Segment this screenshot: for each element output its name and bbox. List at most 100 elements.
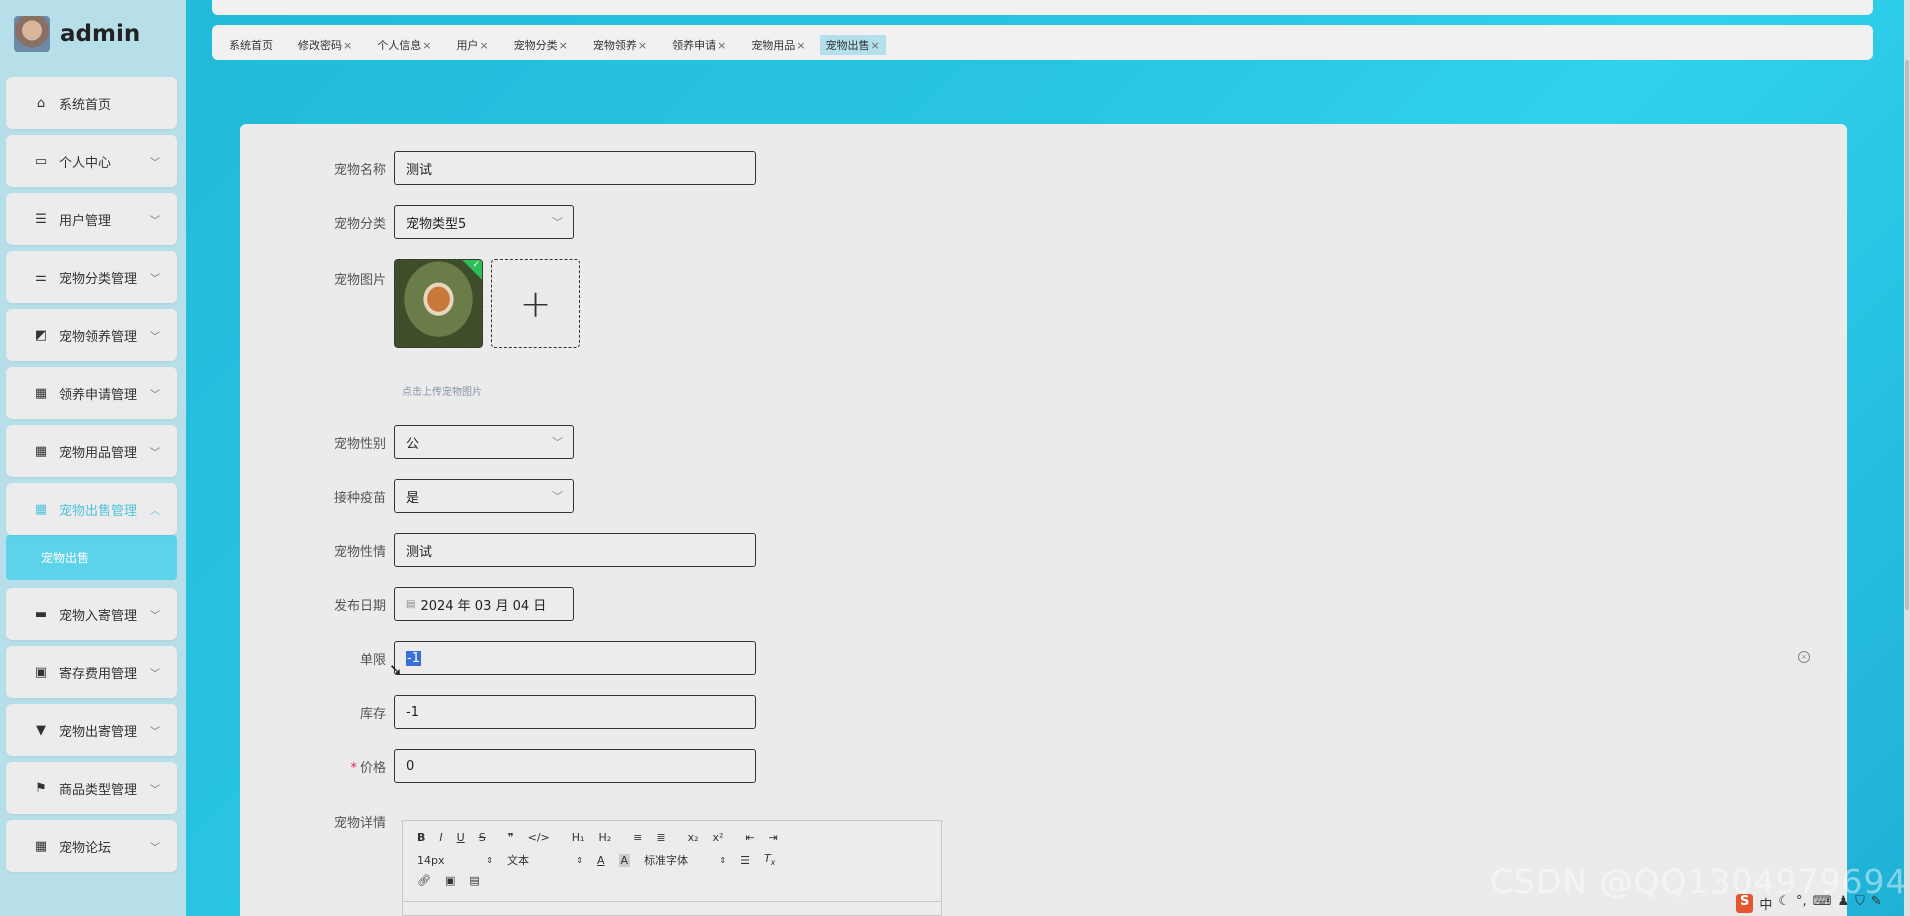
chevron-down-icon: ﹀ — [150, 216, 160, 227]
temper-input[interactable]: 测试 — [394, 533, 756, 567]
chevron-down-icon: ﹀ — [150, 727, 160, 738]
close-icon[interactable]: × — [871, 39, 880, 52]
close-icon[interactable]: × — [638, 39, 647, 52]
chevron-down-icon: ﹀ — [150, 611, 160, 622]
tab-pet-sale[interactable]: 宠物出售 × — [819, 35, 886, 55]
chevron-down-icon: ﹀ — [150, 785, 160, 796]
brush-icon: ▼ — [36, 722, 46, 738]
pet-category-select[interactable]: 宠物类型5 ﹀ — [394, 205, 574, 239]
quote-button[interactable]: ❞ — [508, 831, 514, 844]
keyboard-icon[interactable]: ⌨ — [1813, 894, 1832, 913]
shirt-icon[interactable]: ⛉ — [1855, 894, 1865, 913]
subscript-button[interactable]: x₂ — [688, 831, 699, 844]
scrollbar-thumb[interactable] — [1905, 60, 1909, 610]
close-icon[interactable]: × — [343, 39, 352, 52]
upload-tip: 点击上传宠物图片 — [402, 387, 482, 398]
tab-adoption-apply[interactable]: 领养申请 × — [655, 35, 734, 55]
background-color-icon[interactable]: A — [618, 853, 631, 867]
avatar[interactable] — [14, 16, 50, 52]
close-icon[interactable]: × — [717, 39, 726, 52]
font-family-select[interactable]: 标准字体 ⇕ — [644, 852, 726, 868]
close-icon[interactable]: × — [479, 39, 488, 52]
close-icon[interactable]: × — [422, 39, 431, 52]
tab-label: 宠物用品 — [751, 39, 796, 52]
ordered-list-button[interactable]: ≡ — [633, 831, 642, 844]
limit-label: 单限 — [359, 652, 386, 668]
editor-content-area[interactable] — [403, 901, 941, 902]
sidebar-item-pet-supplies[interactable]: ▦ 宠物用品管理 ﹀ — [6, 425, 177, 477]
tab-home[interactable]: 系统首页 — [212, 35, 281, 55]
sidebar-item-goods-type[interactable]: ⚑ 商品类型管理 ﹀ — [6, 762, 177, 814]
outdent-button[interactable]: ⇤ — [745, 831, 754, 844]
font-size-select[interactable]: 14px ⇕ — [417, 854, 493, 867]
sidebar-item-home[interactable]: ⌂ 系统首页 — [6, 77, 177, 129]
sidebar-item-boarding-fee[interactable]: ▣ 寄存费用管理 ﹀ — [6, 646, 177, 698]
italic-button[interactable]: I — [439, 831, 442, 844]
check-icon: ✓ — [472, 260, 480, 270]
limit-input[interactable]: -1 — [394, 641, 756, 675]
strike-button[interactable]: S — [479, 831, 486, 844]
sidebar-subitem-pet-sale[interactable]: 宠物出售 — [6, 535, 177, 580]
vaccine-select[interactable]: 是 ﹀ — [394, 479, 574, 513]
block-type-select[interactable]: 文本 ⇕ — [507, 852, 583, 868]
editor-toolbar-row-2: 14px ⇕ 文本 ⇕ A A 标准字体 ⇕ ☰ Tx — [417, 852, 789, 868]
sidebar-item-pet-adoption[interactable]: ◩ 宠物领养管理 ﹀ — [6, 309, 177, 361]
h2-button[interactable]: H₂ — [598, 831, 611, 844]
clear-format-icon[interactable]: Tx — [764, 852, 775, 867]
moon-icon[interactable]: ☾ — [1778, 894, 1790, 913]
sidebar-item-pet-boarding[interactable]: ▬ 宠物入寄管理 ﹀ — [6, 588, 177, 640]
sidebar-item-profile[interactable]: ▭ 个人中心 ﹀ — [6, 135, 177, 187]
close-icon[interactable]: × — [796, 39, 805, 52]
upload-add-button[interactable]: + — [491, 259, 580, 348]
tab-pet-adoption[interactable]: 宠物领养 × — [576, 35, 655, 55]
video-icon[interactable]: ▤ — [469, 874, 479, 887]
list-icon: ☰ — [35, 211, 47, 227]
close-icon[interactable]: × — [559, 39, 568, 52]
bullet-list-button[interactable]: ≣ — [656, 831, 665, 844]
pet-gender-label: 宠物性别 — [333, 436, 386, 452]
sidebar-item-users[interactable]: ☰ 用户管理 ﹀ — [6, 193, 177, 245]
user-icon[interactable]: ♟ — [1837, 894, 1849, 913]
sidebar-item-pet-checkout[interactable]: ▼ 宠物出寄管理 ﹀ — [6, 704, 177, 756]
font-family-value: 标准字体 — [644, 854, 689, 867]
font-color-icon[interactable]: A — [597, 854, 605, 867]
pet-gender-select[interactable]: 公 ﹀ — [394, 425, 574, 459]
superscript-button[interactable]: x² — [712, 831, 723, 844]
updown-icon: ⇕ — [486, 855, 493, 865]
sidebar-item-forum[interactable]: ▦ 宠物论坛 ﹀ — [6, 820, 177, 872]
underline-button[interactable]: U — [457, 831, 465, 844]
tab-profile[interactable]: 个人信息 × — [360, 35, 439, 55]
pet-name-label: 宠物名称 — [333, 162, 386, 178]
pet-name-input[interactable]: 测试 — [394, 151, 756, 185]
tab-pet-supplies[interactable]: 宠物用品 × — [734, 35, 813, 55]
h1-button[interactable]: H₁ — [572, 831, 585, 844]
tab-user[interactable]: 用户 × — [439, 35, 496, 55]
bold-button[interactable]: B — [417, 831, 425, 844]
code-button[interactable]: </> — [528, 831, 550, 844]
sidebar: admin ⌂ 系统首页 ▭ 个人中心 ﹀ ☰ 用户管理 ﹀ ⚌ 宠物分类管理 … — [0, 0, 186, 916]
tab-pet-category[interactable]: 宠物分类 × — [497, 35, 576, 55]
price-input[interactable]: 0 — [394, 749, 756, 783]
ime-mode-icon[interactable]: 中 — [1759, 894, 1772, 913]
punctuation-icon[interactable]: °, — [1796, 894, 1807, 913]
updown-icon: ⇕ — [576, 855, 583, 865]
tab-bar: 系统首页 修改密码 × 个人信息 × 用户 × 宠物分类 × 宠物领养 × 领养申请 × 宠… — [212, 25, 1873, 60]
link-icon[interactable]: 🔗︎ — [417, 874, 431, 887]
tab-label: 领养申请 — [672, 39, 717, 52]
tab-change-password[interactable]: 修改密码 × — [281, 35, 360, 55]
sidebar-item-pet-category[interactable]: ⚌ 宠物分类管理 ﹀ — [6, 251, 177, 303]
wrench-icon[interactable]: ✎ — [1871, 894, 1882, 913]
rich-text-editor[interactable]: B I U S ❞ </> H₁ H₂ ≡ ≣ x₂ x² ⇤ ⇥ 14px ⇕ … — [402, 820, 942, 916]
indent-button[interactable]: ⇥ — [769, 831, 778, 844]
align-icon[interactable]: ☰ — [740, 854, 750, 867]
grid-icon: ▦ — [34, 385, 48, 401]
pet-image-thumbnail[interactable]: ✓ — [394, 259, 483, 348]
chevron-up-icon: ︿ — [150, 506, 160, 517]
sidebar-item-pet-sale[interactable]: ▦ 宠物出售管理 ︿ — [6, 483, 177, 535]
stock-input[interactable]: -1 — [394, 695, 756, 729]
publish-date-picker[interactable]: ▤ 2024 年 03 月 04 日 — [394, 587, 574, 621]
clear-icon[interactable]: × — [1798, 651, 1810, 663]
ime-icon[interactable]: S — [1736, 894, 1754, 913]
sidebar-item-adoption-apply[interactable]: ▦ 领养申请管理 ﹀ — [6, 367, 177, 419]
image-icon[interactable]: ▣ — [445, 874, 455, 887]
